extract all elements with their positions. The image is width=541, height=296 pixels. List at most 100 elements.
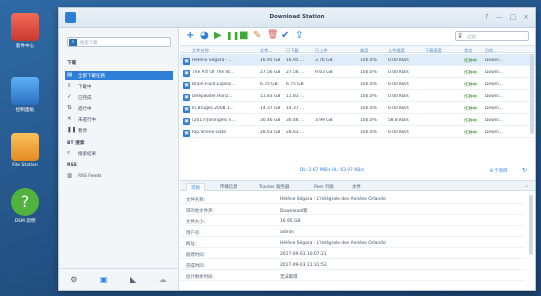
cell-uploaded: 3.76 GB — [315, 58, 333, 63]
resume-icon[interactable]: ▶ — [214, 30, 222, 41]
refresh-icon[interactable]: ↻ — [522, 167, 527, 174]
sidebar-item-all-tasks[interactable]: ▤ 全部下載任務 — [65, 71, 173, 80]
add-url-icon[interactable]: ◕ — [200, 30, 209, 41]
tab-general[interactable]: 常规 — [186, 183, 205, 191]
search-placeholder: 搜索下載 — [80, 41, 98, 46]
delete-icon[interactable]: 🗑 — [267, 30, 278, 41]
cell-filename: In.Bruges.2008.1... — [192, 106, 234, 111]
sidebar-item-rss-feeds[interactable]: ▥ RSS Feeds — [65, 172, 173, 181]
detail-key: 用户名: — [186, 231, 201, 236]
sidebar-item-label: RSS Feeds — [78, 174, 102, 179]
table-row[interactable]: ▣ Deepwater.Horiz... 11.83 GB 11.83 ... 100.… — [180, 90, 535, 102]
column-header-uploaded[interactable]: 已上传 — [315, 48, 328, 54]
torrent-file-icon: ▣ — [183, 58, 190, 65]
table-row[interactable]: ▣ The Art Of The St... 27.56 GB 27.56 ... 9.… — [180, 66, 535, 78]
detail-row: 完成时间: 2017-09-03 11:31:52 — [180, 261, 525, 270]
cell-status: 作种中 — [464, 119, 478, 124]
cell-size: 11.83 GB — [260, 94, 281, 99]
close-button[interactable]: × — [523, 13, 529, 21]
bt-icon[interactable]: ▣ — [100, 275, 108, 284]
table-row[interactable]: ▣ [2017][Shingeki n... 30.46 GB 30.46 ... 3.… — [180, 114, 535, 126]
detail-value: 无法取得 — [280, 275, 298, 280]
detail-scrollbar[interactable] — [529, 195, 533, 255]
share-icon[interactable]: ⇪ — [295, 30, 303, 41]
sidebar-item-search-results[interactable]: ⌕ 搜索結果 — [65, 149, 173, 158]
detail-value: Download/新 — [280, 209, 308, 214]
cell-downloaded: 27.56 ... — [286, 70, 305, 75]
cell-filename: [2017][Shingeki n... — [192, 118, 236, 123]
settings-icon[interactable]: ⚙ — [70, 275, 77, 284]
sidebar-item-paused[interactable]: ❚❚ 暫停 — [65, 126, 173, 135]
tab-transfer[interactable]: 传输信息 — [216, 183, 242, 191]
sidebar-item-active[interactable]: ⇅ 進行中 — [65, 104, 173, 113]
add-icon[interactable]: + — [186, 30, 194, 41]
detail-row: 估计剩余时间: 无法取得 — [180, 272, 525, 281]
detail-row: 用户名: admin — [180, 228, 525, 237]
cloud-icon[interactable]: ☁ — [159, 275, 167, 284]
sidebar-item-label: 全部下載任務 — [78, 74, 105, 79]
tab-files[interactable]: 文件 — [348, 183, 365, 191]
column-header-filename[interactable]: 文件名称 — [192, 48, 209, 54]
desktop-shortcut-label: 套件中心 — [15, 44, 35, 49]
detail-key: 目的地文件夹: — [186, 209, 214, 214]
maximize-button[interactable]: □ — [510, 13, 517, 21]
column-header-progress[interactable]: 進度 — [360, 48, 368, 54]
cell-progress: 100.0% — [360, 70, 377, 75]
column-header-downloaded[interactable]: 已下載 — [286, 48, 299, 54]
desktop-shortcut-file-station[interactable]: File Station — [6, 133, 44, 168]
minimize-button[interactable]: — — [496, 13, 503, 21]
filter-input[interactable]: ⊽ 过滤 — [455, 31, 529, 41]
window-titlebar[interactable]: Download Station ? — □ × — [59, 8, 535, 28]
cell-upload-speed: 0.00 KB/s — [388, 70, 409, 75]
cell-filename: Hélène Ségara - ... — [192, 58, 233, 63]
emule-icon[interactable]: ◣ — [130, 275, 136, 284]
desktop-shortcut-package-center[interactable]: 套件中心 — [6, 13, 44, 49]
collapse-icon[interactable]: ⌄ — [524, 182, 529, 189]
cell-progress: 100.0% — [360, 94, 377, 99]
column-header-download-speed[interactable]: 下载速度 — [425, 48, 442, 54]
cell-filename: Rip.Sheno.Gate — [192, 130, 227, 135]
torrent-file-icon: ▣ — [183, 70, 190, 77]
detail-value: Hélène Ségara - L'Intégrale des Années O… — [280, 197, 386, 202]
control-panel-icon — [11, 77, 39, 105]
detail-row: 文件大小: 16.95 GB — [180, 217, 525, 226]
cell-size: 27.56 GB — [260, 70, 281, 75]
sidebar-item-inactive[interactable]: ✕ 未進行中 — [65, 115, 173, 124]
cell-uploaded: 3.99 GB — [315, 118, 333, 123]
downloading-icon: ⇩ — [67, 83, 72, 89]
sidebar-search-input[interactable]: ⌕ 搜索下載 — [67, 37, 171, 47]
search-icon: ⌕ — [69, 39, 77, 46]
pause-icon[interactable]: ❚❚ — [226, 30, 239, 41]
table-row[interactable]: ▣ Hélène Ségara - ... 16.95 GB 16.95 ... 3.7… — [180, 54, 535, 66]
table-row[interactable]: ▣ Rip.Sheno.Gate 28.63 GB 28.63 ... 100.0% 0.… — [180, 126, 535, 138]
clear-completed-icon[interactable]: ✔ — [281, 30, 289, 41]
tab-peers[interactable]: Peer 列表 — [310, 183, 338, 191]
cell-destination: Downl... — [485, 70, 503, 75]
table-row[interactable]: ▣ In.Bruges.2008.1... 14.37 GB 14.37 ... 100… — [180, 102, 535, 114]
edit-icon[interactable]: ✎ — [253, 30, 261, 41]
stop-icon[interactable]: ■ — [239, 30, 248, 41]
sidebar-item-downloading[interactable]: ⇩ 下載中 — [65, 82, 173, 91]
grid-scrollbar[interactable] — [530, 54, 534, 134]
help-button[interactable]: ? — [485, 13, 489, 21]
detail-row: 創建时间: 2017-09-03 10:07:21 — [180, 250, 525, 259]
sidebar-item-completed[interactable]: ✓ 已完成 — [65, 93, 173, 102]
torrent-file-icon: ▣ — [183, 94, 190, 101]
desktop-shortcut-control-panel[interactable]: 控制面板 — [6, 77, 44, 113]
detail-value: 2017-09-03 11:31:52 — [280, 263, 327, 268]
desktop-shortcut-help[interactable]: ? DSM 說明 — [6, 188, 44, 224]
cell-destination: Downl... — [485, 82, 503, 87]
column-header-upload-speed[interactable]: 上传速度 — [388, 48, 405, 54]
tab-tracker[interactable]: Tracker 服务器 — [255, 183, 293, 191]
table-row[interactable]: ▣ Brain.Fluid.Explos... 6.75 GB 6.75 GB 100.… — [180, 78, 535, 90]
sidebar-footer: ⚙ ▣ ◣ ☁ — [59, 268, 178, 290]
sidebar-item-label: 暫停 — [78, 129, 87, 134]
column-header-status[interactable]: 状态 — [464, 48, 472, 54]
torrent-file-icon: ▣ — [183, 118, 190, 125]
column-header-size[interactable]: 文件... — [260, 48, 272, 54]
detail-key: 文件大小: — [186, 220, 206, 225]
help-icon: ? — [11, 188, 39, 216]
cell-upload-speed: 0.00 KB/s — [388, 106, 409, 111]
column-header-destination[interactable]: 目的... — [485, 48, 497, 54]
cell-downloaded: 28.63 ... — [286, 130, 305, 135]
